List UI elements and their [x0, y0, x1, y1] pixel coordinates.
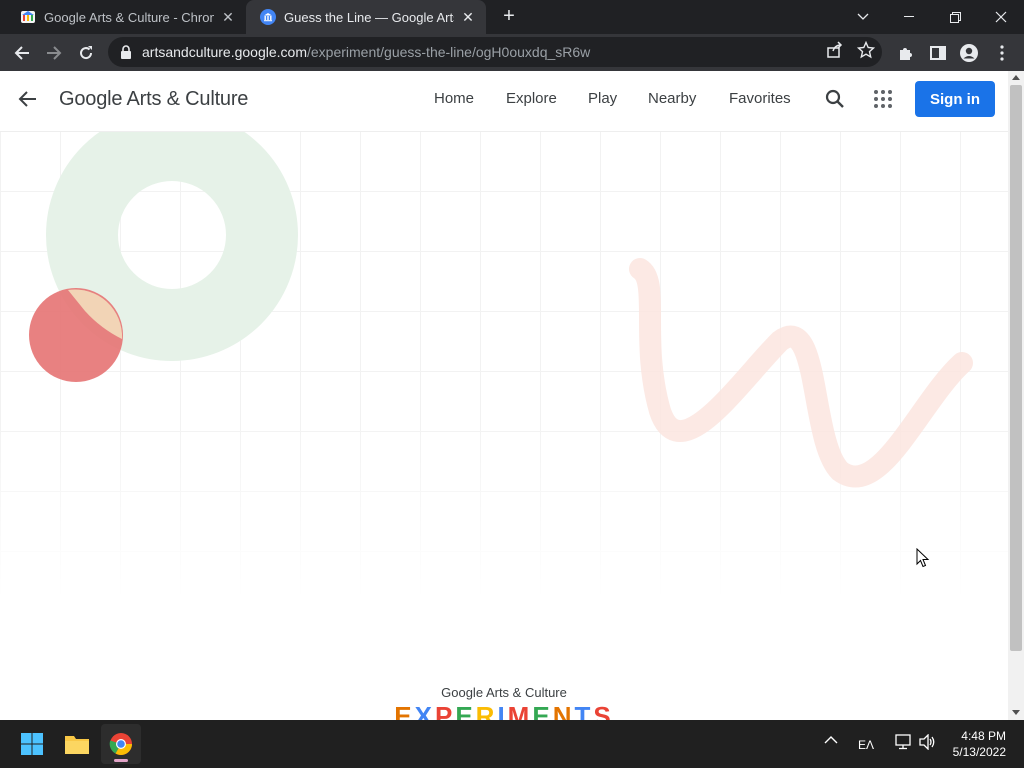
mouse-cursor-icon: [916, 548, 930, 568]
site-header: Google Arts & Culture Home Explore Play …: [0, 71, 1008, 132]
experiments-wordmark: EXPERIMENTS: [0, 701, 1008, 720]
profile-avatar-icon[interactable]: [959, 43, 979, 63]
experiments-letter: P: [434, 701, 456, 720]
file-explorer-icon[interactable]: [57, 724, 97, 764]
scroll-thumb[interactable]: [1010, 85, 1022, 651]
forward-icon[interactable]: [41, 40, 67, 66]
tab-close-icon[interactable]: ✕: [220, 9, 236, 25]
network-icon[interactable]: [895, 734, 913, 753]
arts-culture-favicon-icon: [21, 11, 35, 23]
sign-in-button[interactable]: Sign in: [915, 81, 995, 117]
experiments-letter: S: [593, 701, 614, 720]
page-scrollbar[interactable]: [1008, 71, 1024, 720]
museum-favicon-icon: [260, 9, 276, 25]
nav-nearby[interactable]: Nearby: [648, 90, 696, 107]
red-circle-shape: [29, 288, 123, 382]
experiments-letter: E: [532, 701, 553, 720]
bookmark-star-icon[interactable]: [857, 41, 875, 59]
tab-google-arts-culture[interactable]: Google Arts & Culture - Chrome ✕: [6, 0, 246, 34]
chrome-taskbar-icon[interactable]: [101, 724, 141, 764]
tray-overflow-chevron-icon[interactable]: [824, 734, 838, 748]
side-panel-icon[interactable]: [928, 43, 948, 63]
nav-explore[interactable]: Explore: [506, 90, 557, 107]
nav-play[interactable]: Play: [588, 90, 617, 107]
windows-start-icon[interactable]: [12, 724, 52, 764]
tab-title: Guess the Line — Google Arts &: [284, 9, 454, 25]
restore-button[interactable]: [932, 0, 978, 34]
decorative-shapes: [29, 111, 973, 488]
url-text: artsandculture.google.com/experiment/gue…: [142, 44, 591, 60]
lock-icon[interactable]: [120, 45, 132, 59]
green-ring-shape: [46, 111, 298, 361]
page-viewport: Google Arts & Culture Home Explore Play …: [0, 71, 1008, 720]
back-arrow-icon[interactable]: [16, 87, 40, 111]
nav-favorites[interactable]: Favorites: [729, 90, 791, 107]
clock-date: 5/13/2022: [952, 745, 1006, 759]
experiments-letter: T: [574, 701, 594, 720]
language-indicator[interactable]: ΕΛ: [858, 738, 874, 752]
experiments-letter: X: [414, 701, 435, 720]
tab-close-icon[interactable]: ✕: [460, 9, 476, 25]
site-logo[interactable]: Google Arts & Culture: [59, 88, 248, 111]
minimize-button[interactable]: [886, 0, 932, 34]
system-clock[interactable]: 4:48 PM 5/13/2022: [953, 728, 1006, 760]
new-tab-button[interactable]: +: [498, 5, 520, 27]
experiments-letter: E: [455, 701, 476, 720]
experiments-letter: E: [394, 701, 415, 720]
tab-guess-the-line[interactable]: Guess the Line — Google Arts & ✕: [246, 0, 486, 34]
active-app-indicator: [114, 759, 128, 762]
experiments-letter: N: [552, 701, 575, 720]
footer-arts-culture-logo: Google Arts & Culture: [441, 685, 567, 700]
tab-title: Google Arts & Culture - Chrome: [44, 9, 214, 25]
experiments-letter: M: [507, 701, 533, 720]
browser-toolbar: artsandculture.google.com/experiment/gue…: [0, 34, 1024, 71]
squiggle-line-shape: [629, 258, 973, 488]
tab-search-chevron-icon[interactable]: [840, 0, 886, 34]
scroll-up-arrow-icon[interactable]: [1012, 75, 1020, 80]
extensions-puzzle-icon[interactable]: [896, 43, 916, 63]
chrome-menu-icon[interactable]: [992, 43, 1012, 63]
search-icon[interactable]: [823, 87, 847, 111]
windows-taskbar: ΕΛ 4:48 PM 5/13/2022: [0, 720, 1024, 768]
experiments-letter: I: [497, 701, 508, 720]
close-window-button[interactable]: [978, 0, 1024, 34]
reload-icon[interactable]: [73, 40, 99, 66]
browser-tab-strip: Google Arts & Culture - Chrome ✕ Guess t…: [0, 0, 1024, 34]
clock-time: 4:48 PM: [961, 729, 1006, 743]
volume-icon[interactable]: [919, 733, 937, 753]
address-bar[interactable]: artsandculture.google.com/experiment/gue…: [108, 37, 882, 67]
back-icon[interactable]: [9, 40, 35, 66]
experiments-letter: R: [475, 701, 498, 720]
share-icon[interactable]: [826, 41, 844, 59]
scroll-down-arrow-icon[interactable]: [1012, 710, 1020, 715]
nav-home[interactable]: Home: [434, 90, 474, 107]
apps-grid-icon[interactable]: [871, 87, 895, 111]
